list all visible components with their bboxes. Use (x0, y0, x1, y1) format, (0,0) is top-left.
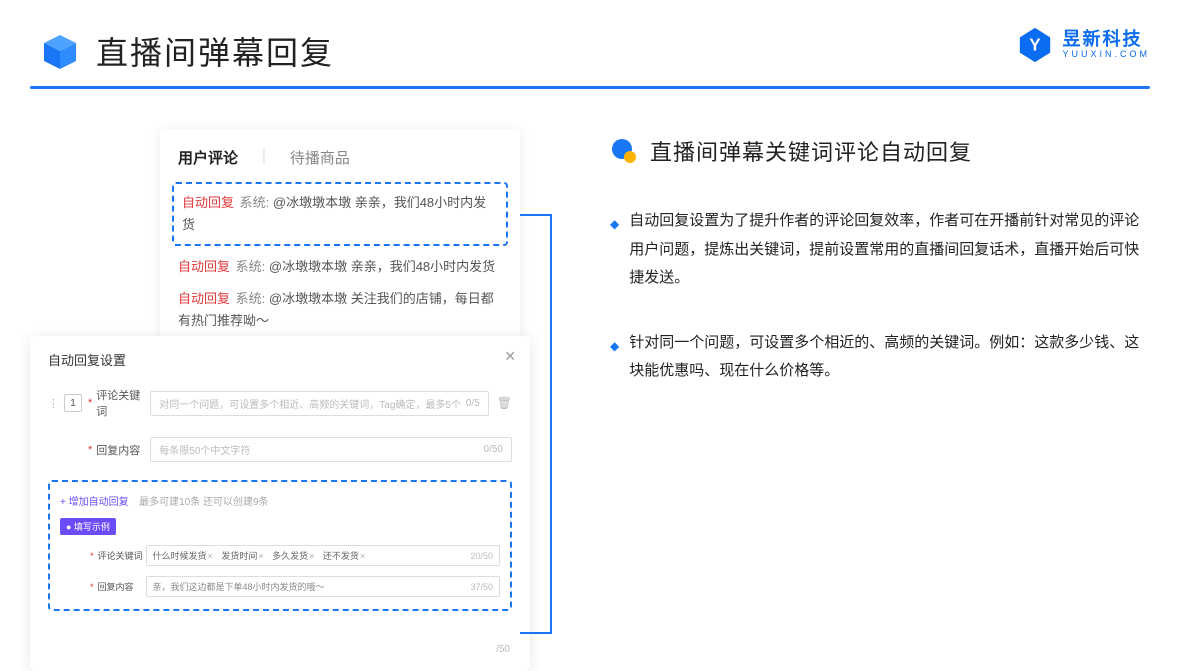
keyword-tag[interactable]: 什么时候发货 (153, 551, 213, 561)
ex-content-label: 回复内容 (98, 580, 146, 593)
float-counter: /50 (496, 644, 510, 655)
required-mark: * (90, 551, 94, 561)
bullet-item: ◆ 自动回复设置为了提升作者的评论回复效率，作者可在开播前针对常见的评论用户问题… (610, 207, 1150, 293)
example-keyword-row: * 评论关键词 什么时候发货 发货时间 多久发货 还不发货 20/50 (60, 545, 500, 566)
delete-icon[interactable]: 🗑 (497, 396, 512, 410)
settings-title: 自动回复设置 (48, 350, 512, 369)
bullet-text: 自动回复设置为了提升作者的评论回复效率，作者可在开播前针对常见的评论用户问题，提… (629, 207, 1150, 293)
add-limit-note: 最多可建10条 还可以创建9条 (139, 497, 268, 508)
keyword-tag[interactable]: 还不发货 (323, 551, 365, 561)
autoreply-tag: 自动回复 (182, 195, 234, 210)
keyword-field-row: ⋮⋮ 1 * 评论关键词 对同一个问题，可设置多个相近、高频的关键词，Tag确定… (48, 387, 512, 419)
required-mark: * (88, 397, 92, 409)
keyword-label: 评论关键词 (96, 387, 150, 419)
comment-row: 自动回复 系统: @冰墩墩本墩 关注我们的店铺，每日都有热门推荐呦～ (178, 288, 502, 332)
keyword-tag[interactable]: 多久发货 (272, 551, 314, 561)
close-icon[interactable]: ✕ (504, 348, 516, 365)
comments-card: 用户评论 | 待播商品 自动回复 系统: @冰墩墩本墩 亲亲，我们48小时内发货… (160, 129, 520, 356)
content-input[interactable]: 每条限50个中文字符 0/50 (150, 437, 512, 462)
content-counter: 0/50 (484, 444, 503, 455)
comment-row: 自动回复 系统: @冰墩墩本墩 亲亲，我们48小时内发货 (178, 256, 502, 278)
ex-keyword-input[interactable]: 什么时候发货 发货时间 多久发货 还不发货 20/50 (146, 545, 500, 566)
system-label: 系统: (240, 195, 270, 210)
required-mark: * (88, 444, 92, 456)
comment-text: @冰墩墩本墩 亲亲，我们48小时内发货 (269, 259, 495, 274)
comment-row: 自动回复 系统: @冰墩墩本墩 亲亲，我们48小时内发货 (182, 192, 498, 236)
content-label: 回复内容 (96, 442, 150, 458)
section-title: 直播间弹幕关键词评论自动回复 (650, 135, 972, 167)
ex-keyword-counter: 20/50 (470, 551, 493, 561)
diamond-icon: ◆ (610, 335, 619, 386)
example-badge: ● 填写示例 (60, 518, 116, 535)
drag-handle-icon[interactable]: ⋮⋮ (48, 397, 58, 410)
add-autoreply-link[interactable]: + 增加自动回复 (60, 497, 129, 508)
page-title: 直播间弹幕回复 (96, 28, 334, 74)
highlighted-comment: 自动回复 系统: @冰墩墩本墩 亲亲，我们48小时内发货 (172, 182, 508, 246)
rule-index: 1 (64, 394, 82, 412)
autoreply-tag: 自动回复 (178, 259, 230, 274)
diamond-icon: ◆ (610, 213, 619, 293)
autoreply-tag: 自动回复 (178, 291, 230, 306)
required-mark: * (90, 582, 94, 592)
brand-icon: Y (1016, 26, 1054, 64)
brand-name: 昱新科技 (1062, 30, 1150, 50)
keyword-input[interactable]: 对同一个问题，可设置多个相近、高频的关键词，Tag确定，最多5个 0/5 (150, 391, 488, 416)
cube-icon (40, 31, 80, 71)
comment-tabs: 用户评论 | 待播商品 (178, 147, 502, 168)
tab-divider: | (262, 147, 266, 168)
system-label: 系统: (236, 259, 266, 274)
brand-logo: Y 昱新科技 YUUXIN.COM (1016, 26, 1150, 64)
settings-card: 自动回复设置 ✕ ⋮⋮ 1 * 评论关键词 对同一个问题，可设置多个相近、高频的… (30, 336, 530, 671)
tab-pending-goods[interactable]: 待播商品 (290, 147, 350, 168)
svg-text:Y: Y (1030, 36, 1042, 55)
example-section: + 增加自动回复 最多可建10条 还可以创建9条 ● 填写示例 * 评论关键词 … (48, 480, 512, 611)
content-field-row: * 回复内容 每条限50个中文字符 0/50 (48, 437, 512, 462)
example-content-row: * 回复内容 亲，我们这边都是下单48小时内发货的哦～ 37/50 (60, 576, 500, 597)
ex-content-input[interactable]: 亲，我们这边都是下单48小时内发货的哦～ 37/50 (146, 576, 500, 597)
keyword-tag[interactable]: 发货时间 (221, 551, 263, 561)
keyword-counter: 0/5 (466, 398, 480, 409)
keyword-placeholder: 对同一个问题，可设置多个相近、高频的关键词，Tag确定，最多5个 (159, 396, 461, 411)
brand-url: YUUXIN.COM (1062, 50, 1150, 60)
ex-content-value: 亲，我们这边都是下单48小时内发货的哦～ (153, 580, 325, 593)
bubble-icon (610, 137, 638, 165)
bullet-text: 针对同一个问题，可设置多个相近的、高频的关键词。例如：这款多少钱、这块能优惠吗、… (629, 329, 1150, 386)
content-placeholder: 每条限50个中文字符 (159, 442, 250, 457)
bullet-item: ◆ 针对同一个问题，可设置多个相近的、高频的关键词。例如：这款多少钱、这块能优惠… (610, 329, 1150, 386)
ex-keyword-label: 评论关键词 (98, 549, 146, 562)
tab-user-comments[interactable]: 用户评论 (178, 147, 238, 168)
ex-content-counter: 37/50 (470, 582, 493, 592)
system-label: 系统: (236, 291, 266, 306)
